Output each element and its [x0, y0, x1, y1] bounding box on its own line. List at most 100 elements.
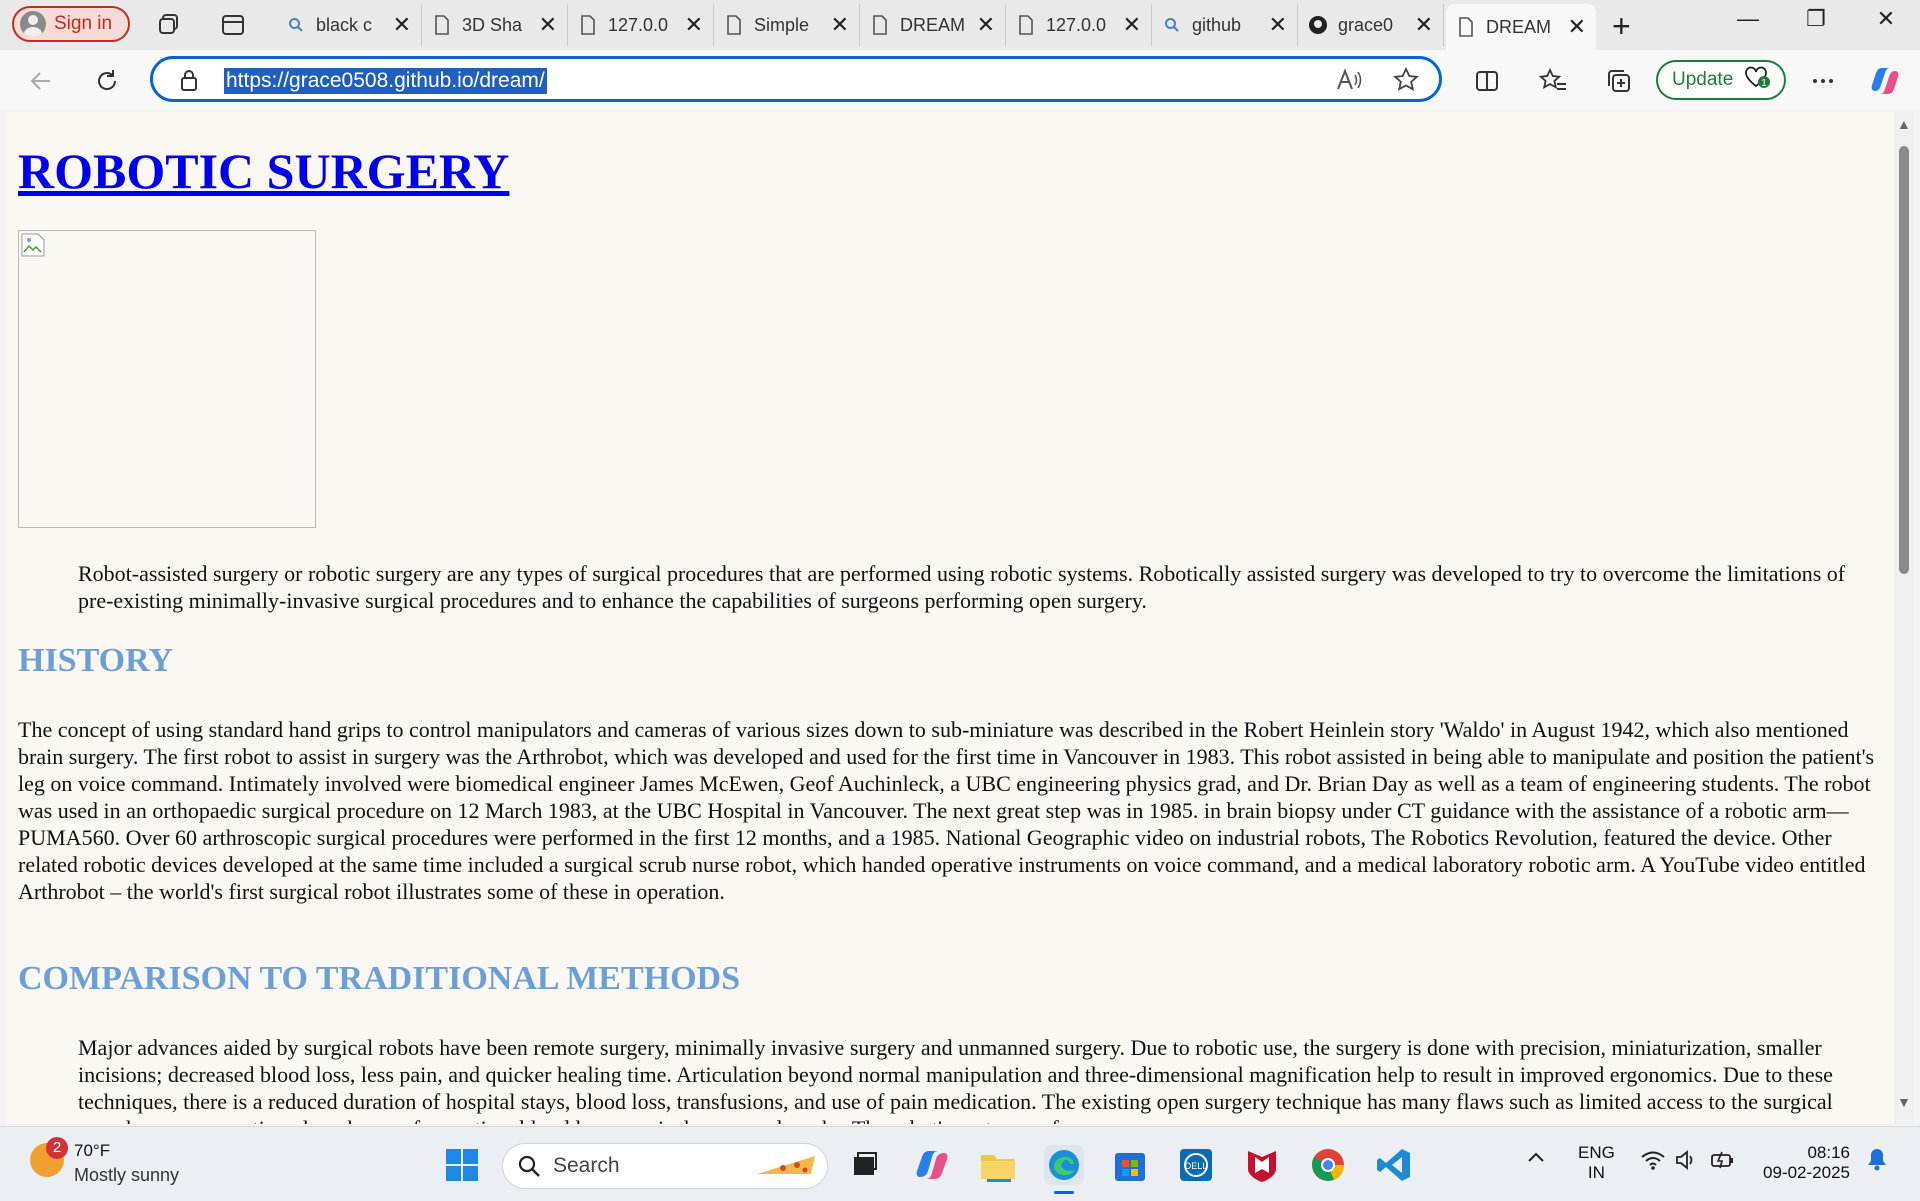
address-bar[interactable]: https://grace0508.github.io/dream/ [150, 56, 1442, 102]
vertical-scrollbar[interactable]: ▲ ▼ [1894, 112, 1914, 1124]
close-icon[interactable]: ✕ [393, 12, 411, 38]
region-code: IN [1587, 1163, 1605, 1182]
dell-icon[interactable]: DELL [1176, 1145, 1216, 1185]
update-button[interactable]: Update 1 [1656, 60, 1786, 100]
language-indicator[interactable]: ENG IN [1578, 1143, 1615, 1183]
back-icon[interactable] [24, 64, 58, 98]
close-icon[interactable]: ✕ [1415, 12, 1433, 38]
taskbar-search[interactable]: Search [502, 1143, 828, 1189]
close-icon[interactable]: ✕ [1269, 12, 1287, 38]
page-icon [432, 15, 452, 35]
avatar [20, 11, 46, 37]
github-icon [1308, 15, 1328, 35]
tab-6[interactable]: 127.0.0 ✕ [1006, 4, 1152, 46]
sign-in-label: Sign in [54, 13, 113, 34]
tab-label: Simple [754, 14, 810, 35]
tab-label: 127.0.0 [1046, 14, 1107, 35]
microsoft-store-icon[interactable] [1110, 1145, 1150, 1185]
battery-icon[interactable] [1710, 1149, 1736, 1176]
tab-label: black c [316, 14, 373, 35]
browser-toolbar: https://grace0508.github.io/dream/ Updat… [0, 50, 1920, 110]
split-screen-icon[interactable] [1470, 64, 1504, 98]
tab-3[interactable]: 127.0.0 ✕ [568, 4, 714, 46]
search-label: Search [553, 1154, 620, 1177]
comparison-heading: COMPARISON TO TRADITIONAL METHODS [18, 960, 741, 997]
tab-actions-icon[interactable] [218, 10, 248, 40]
favorite-star-icon[interactable] [1393, 66, 1419, 98]
tab-label: grace0 [1338, 14, 1394, 35]
favorites-icon[interactable] [1536, 64, 1570, 98]
broken-image [18, 230, 316, 528]
close-icon[interactable]: ✕ [1568, 14, 1586, 40]
active-indicator [1054, 1191, 1074, 1194]
chrome-icon[interactable] [1308, 1145, 1348, 1185]
notification-bell-icon[interactable] [1866, 1147, 1888, 1176]
tab-active[interactable]: DREAM ✕ [1446, 4, 1596, 50]
edge-icon[interactable] [1044, 1145, 1084, 1194]
tab-8[interactable]: grace0 ✕ [1298, 4, 1444, 46]
windows-taskbar: 2 70°F Mostly sunny Search DELL ENG IN 0… [0, 1126, 1920, 1201]
clock[interactable]: 08:16 09-02-2025 [1758, 1143, 1850, 1183]
more-options-icon[interactable] [1806, 64, 1840, 98]
tab-label: 3D Sha [462, 14, 523, 35]
scrollbar-thumb[interactable] [1899, 146, 1909, 574]
tab-7[interactable]: github ✕ [1152, 4, 1298, 46]
scroll-up-icon[interactable]: ▲ [1897, 116, 1911, 132]
tab-4[interactable]: Simple ✕ [714, 4, 860, 46]
tab-5[interactable]: DREAM ✕ [860, 4, 1006, 46]
search-icon [518, 1155, 540, 1177]
volume-icon[interactable] [1674, 1149, 1698, 1176]
page-icon [1456, 17, 1476, 37]
broken-image-icon [21, 233, 45, 257]
close-icon[interactable]: ✕ [539, 12, 557, 38]
history-paragraph: The concept of using standard hand grips… [18, 717, 1875, 904]
new-tab-button[interactable]: + [1612, 8, 1631, 45]
page-title-link[interactable]: ROBOTIC SURGERY [18, 143, 509, 199]
page-icon [578, 15, 598, 35]
read-aloud-icon[interactable] [1335, 67, 1363, 98]
network-icon[interactable] [1640, 1149, 1666, 1176]
tab-1[interactable]: black c ✕ [276, 4, 422, 46]
page-content: ROBOTIC SURGERY Robot-assisted surgery o… [6, 112, 1894, 1124]
clock-time: 08:16 [1807, 1143, 1850, 1162]
vscode-icon[interactable] [1374, 1145, 1414, 1185]
search-icon [1162, 15, 1182, 35]
tab-label: 127.0.0 [608, 14, 669, 35]
tab-2[interactable]: 3D Sha ✕ [422, 4, 568, 46]
restore-button[interactable]: ❐ [1796, 6, 1836, 32]
lock-icon[interactable] [179, 68, 199, 97]
address-url[interactable]: https://grace0508.github.io/dream/ [224, 68, 547, 94]
show-hidden-icons[interactable] [1526, 1147, 1546, 1172]
scroll-down-icon[interactable]: ▼ [1897, 1094, 1911, 1110]
close-icon[interactable]: ✕ [1123, 12, 1141, 38]
minimize-button[interactable]: — [1728, 6, 1768, 32]
sun-icon: 2 [30, 1137, 68, 1177]
sign-in-button[interactable]: Sign in [12, 6, 130, 42]
update-label: Update [1672, 69, 1734, 90]
copilot-icon[interactable] [1868, 64, 1902, 98]
file-explorer-icon[interactable] [978, 1145, 1018, 1185]
page-icon [870, 15, 890, 35]
weather-condition: Mostly sunny [74, 1165, 180, 1185]
svg-text:1: 1 [1762, 78, 1768, 89]
workspaces-icon[interactable] [154, 10, 184, 40]
close-icon[interactable]: ✕ [977, 12, 995, 38]
history-heading: HISTORY [18, 642, 174, 679]
start-icon[interactable] [442, 1145, 482, 1185]
tab-strip: Sign in black c ✕ 3D Sha ✕ 127.0.0 ✕ Sim… [0, 0, 1920, 50]
weather-widget[interactable]: 2 70°F Mostly sunny [30, 1137, 180, 1187]
heart-pulse-icon: 1 [1743, 64, 1771, 96]
close-icon[interactable]: ✕ [831, 12, 849, 38]
comparison-paragraph: Major advances aided by surgical robots … [78, 1035, 1833, 1124]
collections-icon[interactable] [1602, 64, 1636, 98]
close-window-button[interactable]: ✕ [1866, 6, 1906, 32]
task-view-icon[interactable] [844, 1145, 884, 1185]
weather-temp: 70°F [74, 1141, 111, 1160]
search-icon [286, 15, 306, 35]
copilot-app-icon[interactable] [912, 1145, 952, 1185]
tab-label: DREAM [900, 14, 966, 35]
mcafee-icon[interactable] [1242, 1145, 1282, 1185]
close-icon[interactable]: ✕ [685, 12, 703, 38]
refresh-icon[interactable] [90, 64, 124, 98]
weather-badge: 2 [46, 1137, 68, 1159]
